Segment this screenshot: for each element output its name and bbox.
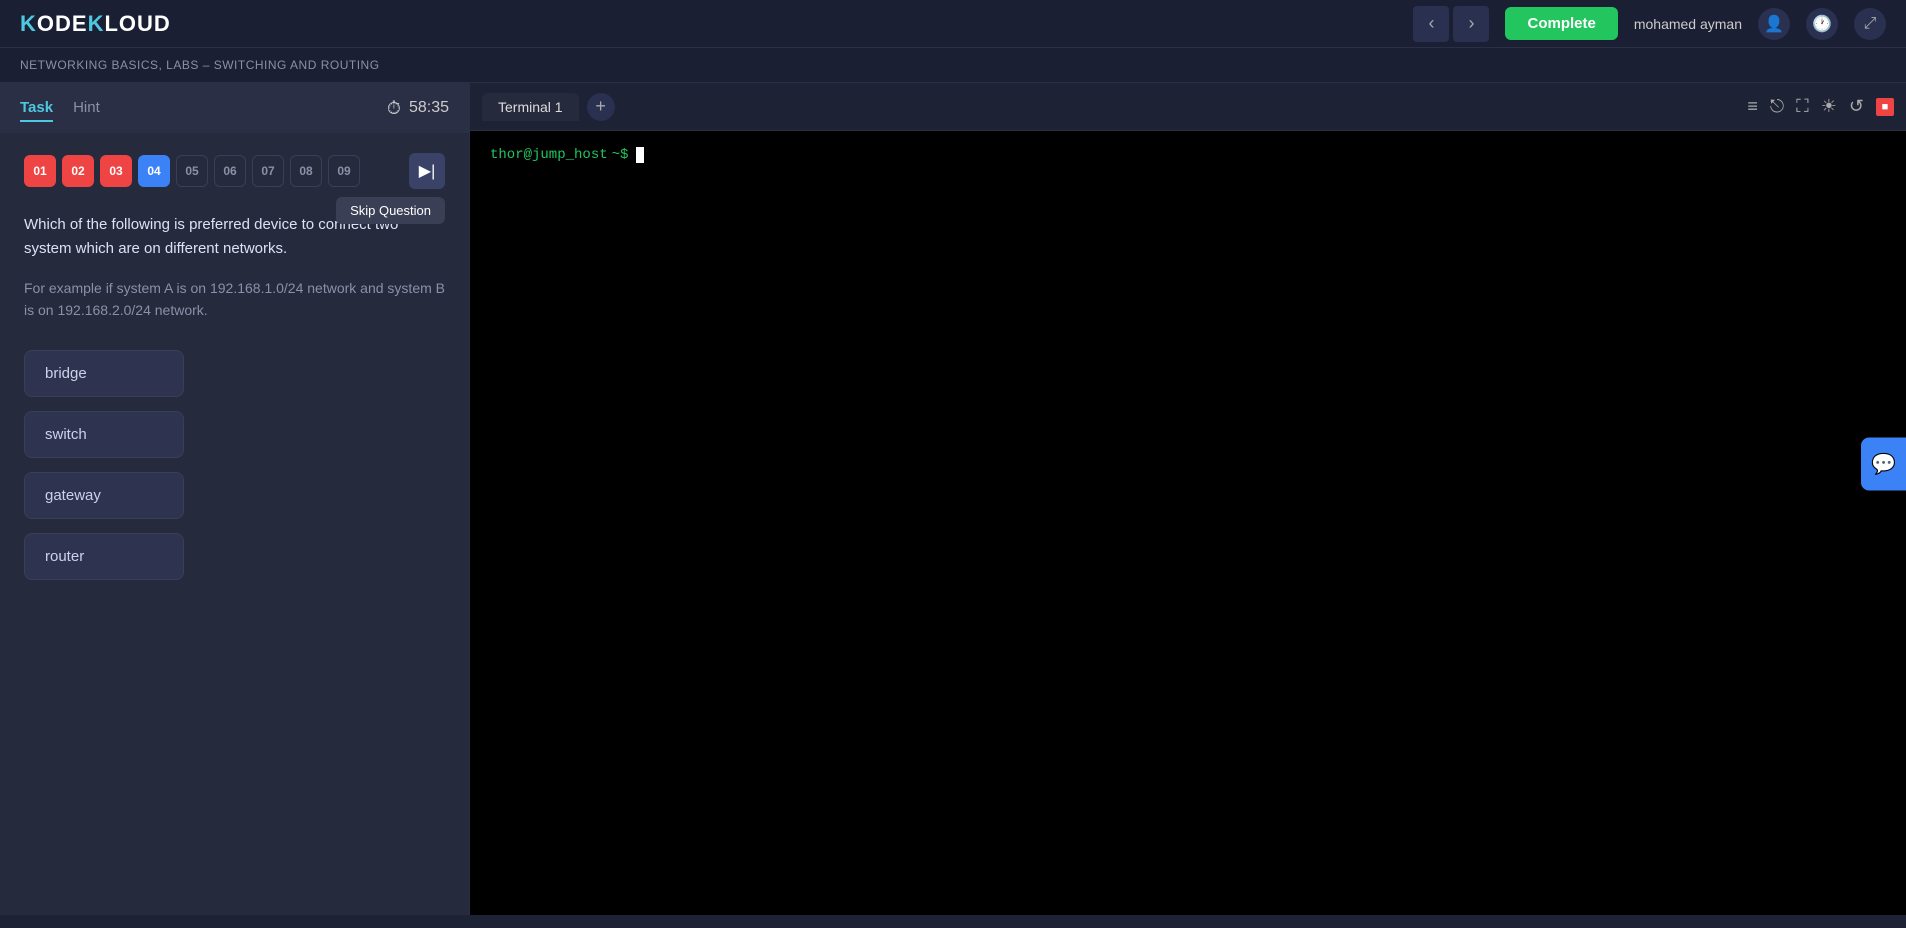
terminal-menu-icon[interactable]: ≡: [1747, 96, 1758, 117]
step-05[interactable]: 05: [176, 155, 208, 187]
prompt-host: thor@jump_host: [490, 147, 608, 163]
terminal-close-button[interactable]: ■: [1876, 98, 1894, 116]
step-07[interactable]: 07: [252, 155, 284, 187]
step-02[interactable]: 02: [62, 155, 94, 187]
clock-icon[interactable]: 🕐: [1806, 8, 1838, 40]
skip-question-button[interactable]: ▶|: [409, 153, 445, 189]
terminal-refresh-icon[interactable]: ↺: [1849, 96, 1864, 117]
terminal-tab-1[interactable]: Terminal 1: [482, 93, 579, 121]
nav-arrows: ‹ ›: [1413, 6, 1489, 42]
left-panel: Task Hint ⏱ 58:35 01 02 03 04 05 06 07 0…: [0, 83, 470, 915]
skip-tooltip: Skip Question: [336, 197, 445, 224]
prompt-cursor: [636, 147, 644, 163]
right-panel: Terminal 1 + ≡ ⎋ ⛶ ☀ ↺ ■ thor@jump_host …: [470, 83, 1906, 915]
step-04[interactable]: 04: [138, 155, 170, 187]
step-03[interactable]: 03: [100, 155, 132, 187]
question-area: 01 02 03 04 05 06 07 08 09 ▶| Skip Quest…: [0, 133, 469, 915]
prompt-path: ~$: [612, 147, 629, 163]
complete-button[interactable]: Complete: [1505, 7, 1617, 40]
timer: ⏱ 58:35: [387, 98, 449, 119]
step-08[interactable]: 08: [290, 155, 322, 187]
skip-btn-container: ▶| Skip Question: [409, 153, 445, 189]
terminal-prompt: thor@jump_host ~$: [490, 147, 1886, 163]
nav-next-button[interactable]: ›: [1453, 6, 1489, 42]
answer-switch[interactable]: switch: [24, 411, 184, 458]
answer-router[interactable]: router: [24, 533, 184, 580]
step-indicators: 01 02 03 04 05 06 07 08 09 ▶| Skip Quest…: [24, 153, 445, 189]
tab-task[interactable]: Task: [20, 95, 53, 122]
step-01[interactable]: 01: [24, 155, 56, 187]
breadcrumb: NETWORKING BASICS, LABS – SWITCHING AND …: [0, 48, 1906, 83]
terminal-body[interactable]: thor@jump_host ~$: [470, 131, 1906, 915]
answer-bridge[interactable]: bridge: [24, 350, 184, 397]
timer-icon: ⏱: [387, 98, 401, 119]
terminal-controls: ≡ ⎋ ⛶ ☀ ↺ ■: [1747, 96, 1894, 117]
main-layout: Task Hint ⏱ 58:35 01 02 03 04 05 06 07 0…: [0, 83, 1906, 915]
expand-icon[interactable]: ⤢: [1854, 8, 1886, 40]
answer-options: bridge switch gateway router: [24, 350, 445, 580]
chat-button[interactable]: 💬: [1861, 438, 1906, 491]
header-right: ‹ › Complete mohamed ayman 👤 🕐 ⤢: [1413, 6, 1886, 42]
nav-prev-button[interactable]: ‹: [1413, 6, 1449, 42]
question-example-text: For example if system A is on 192.168.1.…: [24, 277, 445, 322]
terminal-header: Terminal 1 + ≡ ⎋ ⛶ ☀ ↺ ■: [470, 83, 1906, 131]
header: KODEKLOUD ‹ › Complete mohamed ayman 👤 🕐…: [0, 0, 1906, 48]
timer-display: 58:35: [409, 99, 449, 117]
task-tabs: Task Hint ⏱ 58:35: [0, 83, 469, 133]
answer-gateway[interactable]: gateway: [24, 472, 184, 519]
terminal-tab-label: Terminal 1: [498, 99, 563, 115]
logo: KODEKLOUD: [20, 11, 171, 37]
terminal-popout-icon[interactable]: ⎋: [1770, 96, 1784, 117]
user-avatar-icon[interactable]: 👤: [1758, 8, 1790, 40]
step-09[interactable]: 09: [328, 155, 360, 187]
terminal-fullscreen-icon[interactable]: ⛶: [1796, 96, 1809, 117]
tab-hint[interactable]: Hint: [73, 95, 100, 122]
terminal-add-button[interactable]: +: [587, 93, 615, 121]
terminal-brightness-icon[interactable]: ☀: [1821, 96, 1837, 117]
step-06[interactable]: 06: [214, 155, 246, 187]
user-name: mohamed ayman: [1634, 16, 1742, 32]
